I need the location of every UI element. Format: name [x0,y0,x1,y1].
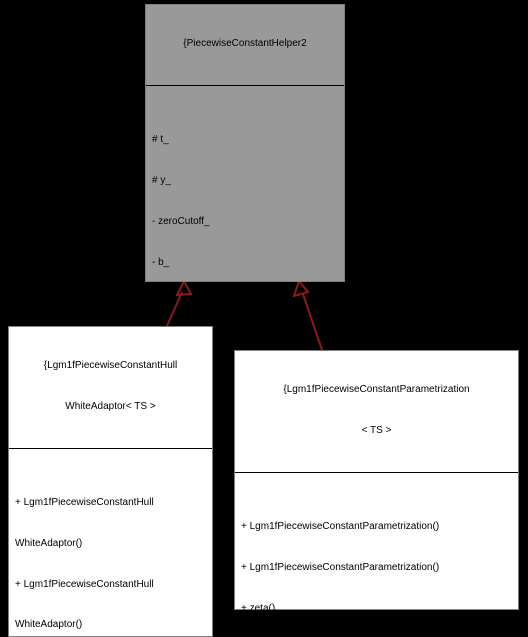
class-methods-separator [235,471,518,473]
class-title-derived-left-line2: WhiteAdaptor< TS > [65,400,156,412]
class-box-lgm1fpiecewiseconstantparametrization[interactable]: {Lgm1fPiecewiseConstantParametrization <… [234,350,519,614]
class-title-derived-left-line1: {Lgm1fPiecewiseConstantHull [43,360,178,372]
class-attribute: - zeroCutoff_ [152,215,210,227]
class-methods-derived-right: + Lgm1fPiecewiseConstantParametrization(… [235,493,518,637]
class-method: + Lgm1fPiecewiseConstantHull [15,497,154,509]
class-title-derived-right-line1: {Lgm1fPiecewiseConstantParametrization [283,384,470,396]
uml-class-diagram: {PiecewiseConstantHelper2 # t_ # y_ - ze… [0,0,528,637]
class-method-wrap: WhiteAdaptor() [15,537,83,549]
class-methods-separator [9,447,212,449]
class-box-piecewiseconstanthelper2[interactable]: {PiecewiseConstantHelper2 # t_ # y_ - ze… [145,4,345,636]
class-attribute: # t_ [152,134,169,146]
class-method: + Lgm1fPiecewiseConstantParametrization(… [241,521,440,533]
class-method-wrap: WhiteAdaptor() [15,619,83,631]
class-attributes-separator [146,84,344,86]
class-attribute: - b_ [152,256,170,268]
class-methods-derived-left: + Lgm1fPiecewiseConstantHull WhiteAdapto… [9,469,212,637]
class-method: + Lgm1fPiecewiseConstantHull [15,578,154,590]
class-attributes-base: # t_ # y_ - zeroCutoff_ - b_ - c_ [146,106,344,337]
class-method: + zeta() [241,602,276,614]
class-method: + Lgm1fPiecewiseConstantParametrization(… [241,561,440,573]
class-attribute: - c_ [152,297,169,309]
class-title-base: {PiecewiseConstantHelper2 [183,38,307,50]
class-box-lgm1fpiecewiseconstanthullwhiteadaptor[interactable]: {Lgm1fPiecewiseConstantHull WhiteAdaptor… [8,326,213,637]
class-attribute: # y_ [152,175,171,187]
class-title-derived-right-line2: < TS > [361,424,392,436]
